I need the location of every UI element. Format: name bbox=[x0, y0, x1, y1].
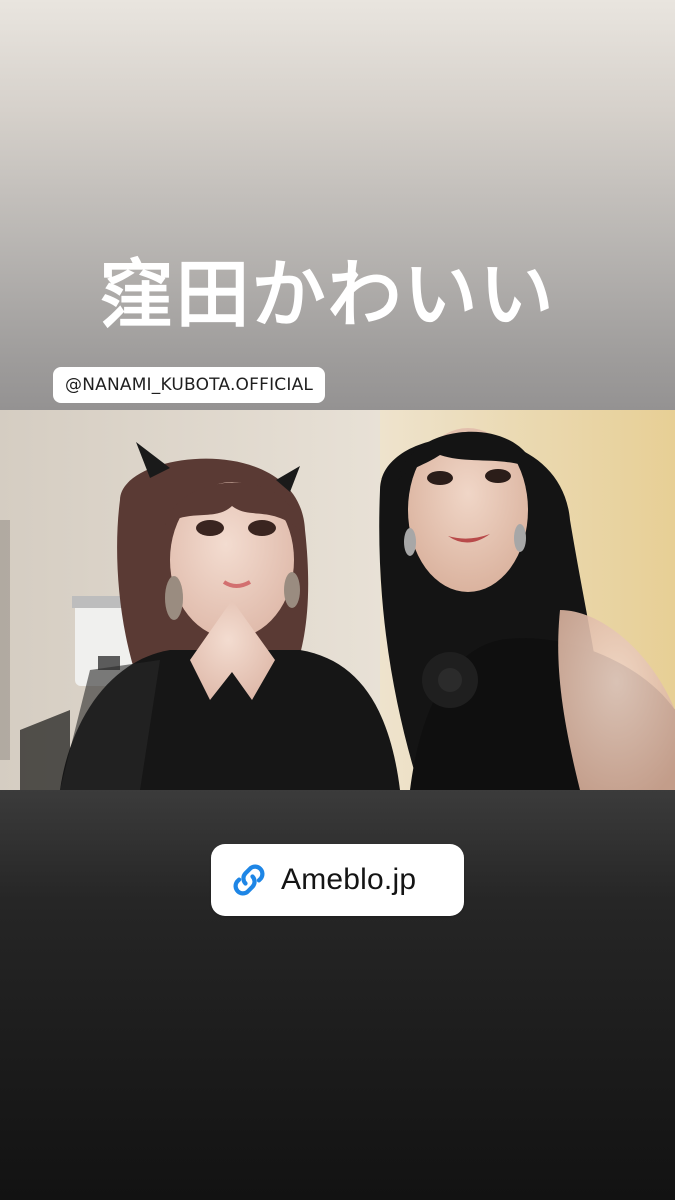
story-caption: 窪田かわいい bbox=[99, 252, 556, 338]
link-sticker[interactable]: Ameblo.jp bbox=[211, 844, 464, 916]
story-photo bbox=[0, 410, 675, 790]
link-label: Ameblo.jp bbox=[281, 863, 417, 896]
mention-sticker[interactable]: @NANAMI_KUBOTA.OFFICIAL bbox=[53, 367, 326, 403]
link-icon bbox=[233, 864, 265, 896]
photo-illustration bbox=[0, 410, 675, 790]
